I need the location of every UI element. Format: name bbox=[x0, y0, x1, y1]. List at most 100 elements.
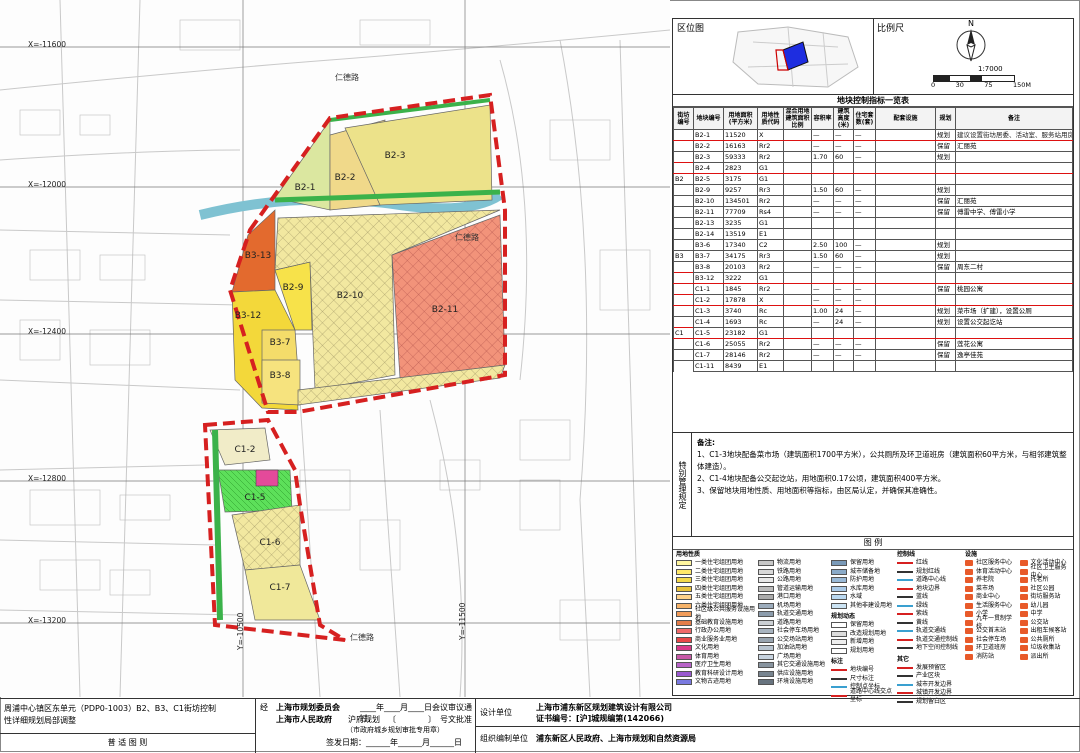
floor-area-ratio: 1.50 bbox=[811, 184, 834, 196]
legend-item: 社区级公共服务设施用地 bbox=[676, 606, 756, 621]
table-row: B2-10 134501 Rr2— — — 保留 汇丽苑 bbox=[673, 195, 1073, 207]
legend-swatch bbox=[676, 568, 692, 575]
legend-line-symbol bbox=[897, 570, 913, 573]
legend-item: 道路用地 bbox=[758, 619, 828, 628]
legend-label: 规划用地 bbox=[850, 646, 875, 654]
parcel-c1-5[interactable] bbox=[217, 469, 293, 513]
block-code bbox=[673, 129, 694, 141]
floor-area-ratio: 1.50 bbox=[811, 250, 834, 262]
location-map-icon bbox=[732, 26, 859, 88]
legend-label: 行政办公用地 bbox=[695, 627, 732, 635]
parcel-area: 9257 bbox=[723, 184, 758, 196]
scale-title: 比例尺 bbox=[877, 24, 905, 34]
landuse-code: G1 bbox=[757, 173, 784, 185]
table-row: C1-6 25055 Rr2— — — 保留 莲花公寓 bbox=[673, 338, 1073, 350]
legend-item: 五类住宅组团用地 bbox=[676, 593, 756, 602]
legend-item: 蓝线 bbox=[897, 593, 961, 602]
organizer-label: 组织编制单位 bbox=[480, 734, 528, 743]
legend-label: 防护用地 bbox=[850, 576, 875, 584]
housing-units: — bbox=[853, 294, 876, 306]
legend-label: 蓝线 bbox=[916, 593, 929, 601]
housing-units: — bbox=[853, 338, 876, 350]
parcel-b3-8[interactable] bbox=[261, 359, 301, 406]
legend-label: 四类住宅组团用地 bbox=[695, 584, 744, 592]
legend-facility-col: 设施 社区服务中心 文化活动中心 体育活动中心 社区卫生服务中心 养老院 托老所 菜市场 社区… bbox=[965, 551, 1071, 661]
legend-label: 文化用地 bbox=[695, 644, 720, 652]
parcel-area: 20103 bbox=[723, 261, 758, 273]
plan-status bbox=[935, 294, 956, 306]
facility bbox=[875, 184, 936, 196]
legend-label: 道路中心线 bbox=[916, 576, 947, 584]
legend-item: 轨道交通控制线 bbox=[897, 636, 961, 645]
floor-area-ratio: — bbox=[811, 349, 834, 361]
remarks bbox=[955, 173, 1073, 185]
plan-title-cell: 周浦中心镇区东单元（PDP0-1003）B2、B3、C1街坊控制 性详细规划局部… bbox=[0, 699, 256, 753]
legend-label: 改造规划用地 bbox=[850, 629, 887, 637]
special-regulations-section: 特别管理规定 备注: 1、C1-3地块配备菜市场（建筑面积1700平方米），公共… bbox=[673, 433, 1073, 537]
legend-item: 发展预留区 bbox=[897, 664, 961, 673]
parcel-id: C1-4 bbox=[693, 316, 724, 328]
legend-title: 图 例 bbox=[673, 537, 1073, 550]
legend-label: 发展预留区 bbox=[916, 663, 947, 671]
legend-label: 医疗卫生用地 bbox=[695, 661, 732, 669]
legend-item: 出租车候客站 bbox=[1019, 627, 1072, 636]
plan-status: 保留 bbox=[935, 206, 956, 218]
block-code bbox=[673, 316, 694, 328]
legend-label: 其他非建设用地 bbox=[850, 601, 893, 609]
note-item: 2、C1-4地块配备公交起讫站，用地面积0.17公顷，建筑面积400平方米。 bbox=[697, 474, 946, 483]
landuse-code: Rr2 bbox=[757, 151, 784, 163]
table-row: B2 B2-5 3175 G1 bbox=[673, 173, 1073, 185]
legend-label: 管道运输用地 bbox=[777, 584, 814, 592]
plan-status: 规划 bbox=[935, 316, 956, 328]
floor-area-ratio: — bbox=[811, 261, 834, 273]
legend-swatch bbox=[676, 560, 692, 567]
block-code bbox=[673, 261, 694, 273]
legend-item: 绿线 bbox=[897, 602, 961, 611]
parcel-area: 1845 bbox=[723, 283, 758, 295]
legend-item: 机场用地 bbox=[758, 602, 828, 611]
legend-label: 轨道交通用地 bbox=[777, 610, 814, 618]
legend-item: 体育用地 bbox=[676, 653, 756, 662]
parcel-label: C1-2 bbox=[235, 445, 256, 455]
plan-status: 保留 bbox=[935, 283, 956, 295]
floor-area-ratio: — bbox=[811, 195, 834, 207]
block-code bbox=[673, 217, 694, 229]
planning-map[interactable]: 仁德路 仁德路 仁德路 B2-3 B2-2 B2-1 B3-13 B2-9 B2… bbox=[0, 0, 670, 697]
parcel-area: 25055 bbox=[723, 338, 758, 350]
parcel-id: B2-2 bbox=[693, 140, 724, 152]
legend-item: 保留用地 bbox=[831, 559, 893, 568]
legend-item: 公交站 bbox=[1019, 619, 1072, 628]
legend-item: 道路中心线 bbox=[897, 576, 961, 585]
facility bbox=[875, 316, 936, 328]
legend-label: 商业服务业用地 bbox=[695, 635, 738, 643]
legend-label: 地块边界 bbox=[916, 584, 941, 592]
facility-icon bbox=[965, 619, 973, 626]
remarks: 傅雷中学、傅雷小学 bbox=[955, 206, 1073, 218]
remarks bbox=[955, 184, 1073, 196]
parcel-c1-3[interactable] bbox=[255, 469, 279, 487]
legend-item: 教育科研设计用地 bbox=[676, 670, 756, 679]
parcel-area: 11520 bbox=[723, 129, 758, 141]
mixed-ratio bbox=[783, 283, 812, 295]
facility-icon bbox=[1019, 568, 1028, 575]
mixed-ratio bbox=[783, 261, 812, 273]
legend-label: 出租车候客站 bbox=[1030, 627, 1067, 635]
parcel-area: 28146 bbox=[723, 349, 758, 361]
parcel-id: C1-1 bbox=[693, 283, 724, 295]
legend-label: 文物古迹用地 bbox=[695, 678, 732, 686]
parcel-label: B3-12 bbox=[235, 311, 262, 321]
organizer-name: 浦东新区人民政府、上海市规划和自然资源局 bbox=[536, 734, 696, 743]
mixed-ratio bbox=[783, 305, 812, 317]
facility bbox=[875, 283, 936, 295]
legend-item: 二类住宅组团用地 bbox=[676, 568, 756, 577]
legend-label: 生活服务中心 bbox=[976, 601, 1013, 609]
legend-label: 尺寸标注 bbox=[850, 674, 875, 682]
coord-label-x: X=-12000 bbox=[28, 180, 66, 189]
legend-label: 三类住宅组团用地 bbox=[695, 576, 744, 584]
plan-status bbox=[935, 217, 956, 229]
block-code bbox=[673, 305, 694, 317]
government-name: 上海市人民政府 bbox=[276, 715, 332, 724]
legend-swatch bbox=[831, 585, 847, 592]
table-row: B3-12 3222 G1 bbox=[673, 272, 1073, 284]
landuse-code: G1 bbox=[757, 217, 784, 229]
